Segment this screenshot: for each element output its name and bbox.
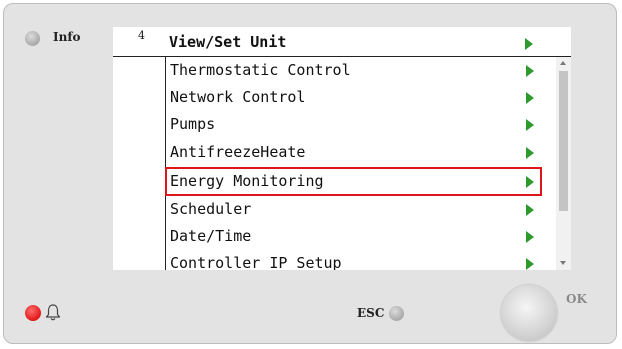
alarm-led-icon[interactable] bbox=[25, 305, 41, 321]
menu-item-date-time[interactable]: Date/Time bbox=[166, 223, 541, 250]
info-led-icon[interactable] bbox=[25, 31, 40, 46]
submenu-arrow-icon bbox=[526, 147, 534, 159]
menu-item-label: Network Control bbox=[170, 88, 306, 106]
ok-knob[interactable] bbox=[501, 285, 557, 341]
menu-item-thermostatic-control[interactable]: Thermostatic Control bbox=[166, 57, 541, 84]
menu-item-antifreeze-heater[interactable]: AntifreezeHeate bbox=[166, 139, 541, 166]
menu-item-pumps[interactable]: Pumps bbox=[166, 111, 541, 138]
menu-item-energy-monitoring[interactable]: Energy Monitoring bbox=[165, 167, 542, 196]
page-number: 4 bbox=[138, 29, 145, 42]
menu-item-label: Date/Time bbox=[170, 227, 252, 245]
submenu-arrow-icon bbox=[526, 231, 534, 243]
submenu-arrow-icon bbox=[526, 92, 534, 104]
ok-button-label[interactable]: OK bbox=[566, 292, 587, 306]
scroll-up-icon[interactable] bbox=[560, 61, 566, 65]
menu-item-controller-ip-setup[interactable]: Controller IP Setup bbox=[166, 250, 541, 270]
info-button-label[interactable]: Info bbox=[53, 30, 81, 44]
menu-title: View/Set Unit bbox=[169, 33, 287, 51]
scroll-thumb[interactable] bbox=[559, 71, 568, 211]
menu-item-label: Energy Monitoring bbox=[170, 172, 324, 190]
esc-led-icon[interactable] bbox=[389, 306, 404, 321]
submenu-arrow-icon bbox=[526, 65, 534, 77]
bell-icon[interactable] bbox=[45, 303, 61, 323]
submenu-arrow-icon bbox=[526, 119, 534, 131]
menu-item-network-control[interactable]: Network Control bbox=[166, 84, 541, 111]
menu-scrollbar[interactable] bbox=[556, 57, 571, 270]
submenu-arrow-icon bbox=[526, 176, 534, 188]
submenu-arrow-icon bbox=[526, 204, 534, 216]
menu-item-label: Thermostatic Control bbox=[170, 61, 351, 79]
menu-item-scheduler[interactable]: Scheduler bbox=[166, 196, 541, 223]
menu-item-label: Scheduler bbox=[170, 200, 252, 218]
menu-header: View/Set Unit bbox=[165, 30, 555, 56]
menu-item-label: AntifreezeHeate bbox=[170, 143, 306, 161]
esc-button-label[interactable]: ESC bbox=[357, 306, 384, 320]
scroll-down-icon[interactable] bbox=[560, 261, 566, 265]
menu-item-label: Pumps bbox=[170, 115, 216, 133]
menu-item-label: Controller IP Setup bbox=[170, 254, 342, 270]
header-arrow-icon bbox=[525, 38, 533, 50]
submenu-arrow-icon bbox=[526, 258, 534, 270]
